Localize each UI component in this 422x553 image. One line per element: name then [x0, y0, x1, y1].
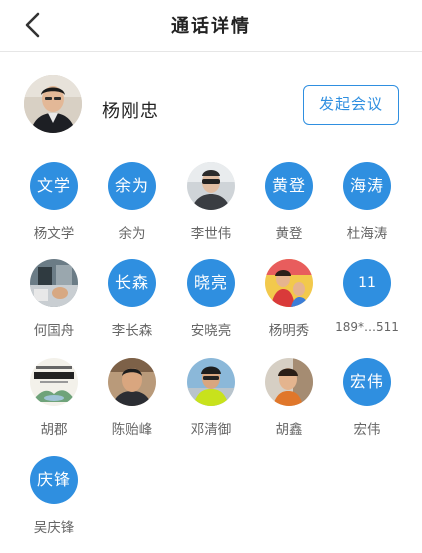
member-avatar: 宏伟: [343, 358, 391, 406]
member-name: 宏伟: [353, 422, 381, 438]
member-avatar: 庆锋: [30, 456, 78, 504]
host-section: 杨刚忠 发起会议: [0, 53, 422, 153]
member-avatar-photo: [30, 259, 78, 307]
host-name: 杨刚忠: [102, 101, 159, 122]
member-avatar-photo: [265, 358, 313, 406]
host-avatar: [24, 75, 82, 133]
member-avatar-photo: [187, 358, 235, 406]
member-avatar-photo: [187, 162, 235, 210]
header-bar: 通话详情: [0, 0, 422, 52]
member-avatar-photo: [265, 259, 313, 307]
start-meeting-button[interactable]: 发起会议: [303, 85, 399, 125]
member-avatar-photo: [108, 358, 156, 406]
member-name: 189*…511: [335, 320, 399, 334]
member-avatar: 11: [343, 259, 391, 307]
member-name: 杜海涛: [346, 226, 388, 242]
member-avatar: 黄登: [265, 162, 313, 210]
member-avatar: 文学: [30, 162, 78, 210]
page-title: 通话详情: [171, 16, 251, 37]
member-avatar: 长森: [108, 259, 156, 307]
member-avatar: 晓亮: [187, 259, 235, 307]
member-avatar-photo: [30, 358, 78, 406]
member-avatar: 海涛: [343, 162, 391, 210]
member-avatar: 余为: [108, 162, 156, 210]
member-name: 吴庆锋: [33, 520, 75, 536]
